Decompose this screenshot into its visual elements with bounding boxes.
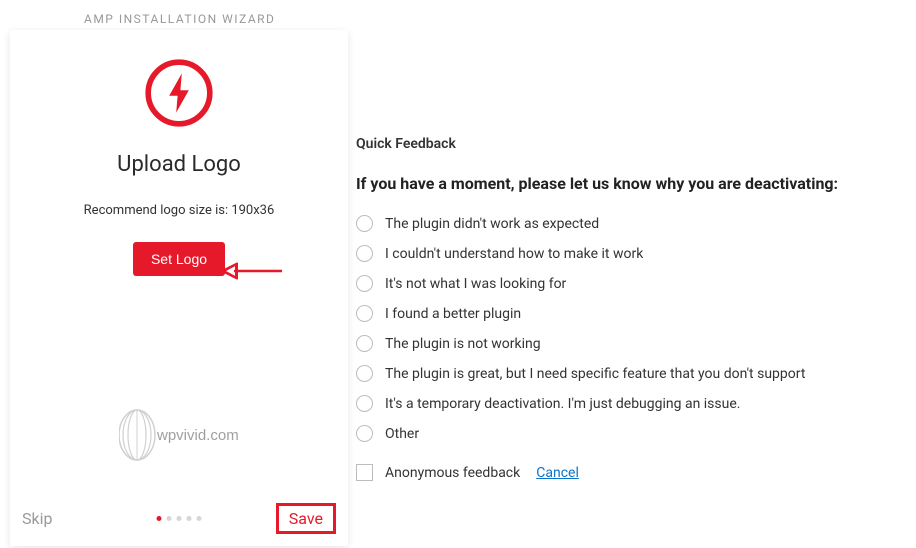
save-button[interactable]: Save xyxy=(289,509,323,528)
step-dot-5[interactable] xyxy=(197,516,202,521)
option-label: I couldn't understand how to make it wor… xyxy=(385,246,643,262)
step-dots xyxy=(157,516,202,521)
save-highlight-box: Save xyxy=(276,503,336,534)
recommend-size-text: Recommend logo size is: 190x36 xyxy=(84,203,275,218)
arrow-annotation-icon xyxy=(222,262,284,284)
radio-icon[interactable] xyxy=(356,215,373,232)
wizard-footer: Skip Save xyxy=(10,503,348,534)
option-label: The plugin didn't work as expected xyxy=(385,216,599,232)
feedback-option[interactable]: I couldn't understand how to make it wor… xyxy=(356,245,916,262)
feedback-option[interactable]: The plugin didn't work as expected xyxy=(356,215,916,232)
option-label: The plugin is great, but I need specific… xyxy=(385,366,805,382)
cancel-link[interactable]: Cancel xyxy=(536,465,579,481)
radio-icon[interactable] xyxy=(356,305,373,322)
upload-logo-title: Upload Logo xyxy=(117,152,241,177)
logo-preview-text: wpvivid.com xyxy=(156,427,239,444)
anonymous-feedback-row: Anonymous feedback Cancel xyxy=(356,464,916,481)
wizard-header-label: AMP INSTALLATION WIZARD xyxy=(84,12,275,26)
option-label: I found a better plugin xyxy=(385,306,521,322)
feedback-option[interactable]: It's a temporary deactivation. I'm just … xyxy=(356,395,916,412)
anonymous-label: Anonymous feedback xyxy=(385,465,520,481)
feedback-option[interactable]: Other xyxy=(356,425,916,442)
amp-logo-icon xyxy=(144,58,214,128)
step-dot-3[interactable] xyxy=(177,516,182,521)
feedback-panel: Quick Feedback If you have a moment, ple… xyxy=(356,136,916,481)
feedback-header: Quick Feedback xyxy=(356,136,916,152)
option-label: Other xyxy=(385,426,419,442)
wizard-card: Upload Logo Recommend logo size is: 190x… xyxy=(10,30,348,546)
radio-icon[interactable] xyxy=(356,365,373,382)
anonymous-checkbox[interactable] xyxy=(356,464,373,481)
step-dot-2[interactable] xyxy=(167,516,172,521)
skip-button[interactable]: Skip xyxy=(22,509,52,528)
radio-icon[interactable] xyxy=(356,275,373,292)
feedback-question: If you have a moment, please let us know… xyxy=(356,174,916,193)
option-label: The plugin is not working xyxy=(385,336,541,352)
option-label: It's a temporary deactivation. I'm just … xyxy=(385,396,740,412)
step-dot-1[interactable] xyxy=(157,516,162,521)
logo-preview: wpvivid.com xyxy=(119,410,239,460)
radio-icon[interactable] xyxy=(356,245,373,262)
set-logo-button[interactable]: Set Logo xyxy=(133,242,225,276)
radio-icon[interactable] xyxy=(356,395,373,412)
radio-icon[interactable] xyxy=(356,335,373,352)
feedback-option[interactable]: The plugin is great, but I need specific… xyxy=(356,365,916,382)
feedback-option[interactable]: I found a better plugin xyxy=(356,305,916,322)
step-dot-4[interactable] xyxy=(187,516,192,521)
feedback-option[interactable]: It's not what I was looking for xyxy=(356,275,916,292)
radio-icon[interactable] xyxy=(356,425,373,442)
feedback-option[interactable]: The plugin is not working xyxy=(356,335,916,352)
option-label: It's not what I was looking for xyxy=(385,276,566,292)
